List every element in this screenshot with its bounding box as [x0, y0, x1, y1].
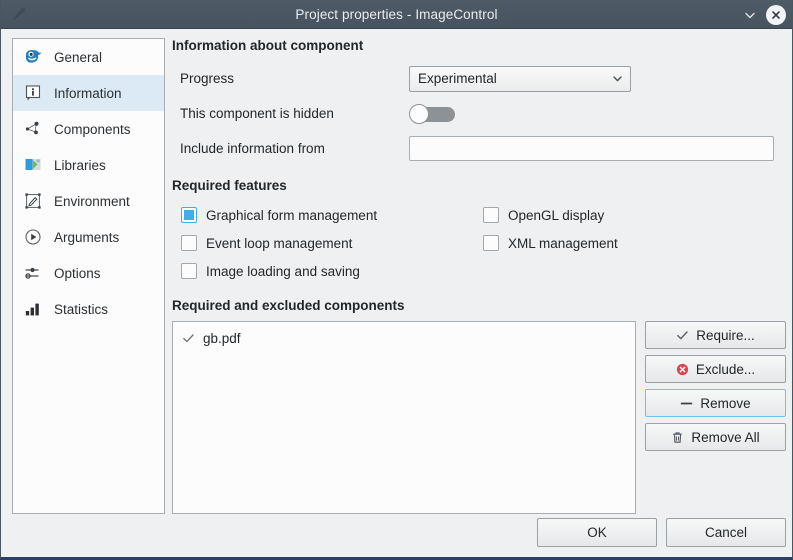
window-title: Project properties - ImageControl — [295, 6, 498, 22]
minus-icon — [680, 397, 693, 410]
title-bar[interactable]: Project properties - ImageControl — [1, 0, 792, 29]
include-row: Include information from — [172, 131, 786, 166]
progress-value: Experimental — [418, 71, 497, 86]
main-content: Information about component Progress Exp… — [172, 38, 786, 514]
sliders-icon — [24, 264, 42, 282]
cancel-button[interactable]: Cancel — [666, 518, 786, 547]
components-list-area: gb.pdf Require... Exclude... Remove Remo… — [172, 321, 786, 514]
include-information-input[interactable] — [409, 136, 774, 161]
sidebar-item-label: Libraries — [54, 157, 106, 173]
dialog-footer: OK Cancel — [172, 518, 786, 547]
checkbox-row-graphical-form-management[interactable]: Graphical form management — [181, 201, 483, 229]
sidebar-item-options[interactable]: Options — [13, 255, 164, 291]
sidebar-item-environment[interactable]: Environment — [13, 183, 164, 219]
remove-button[interactable]: Remove — [645, 389, 786, 417]
checkbox-label: Image loading and saving — [206, 263, 360, 279]
required-features-grid: Graphical form management OpenGL display… — [172, 201, 786, 285]
sidebar-item-arguments[interactable]: Arguments — [13, 219, 164, 255]
button-label: OK — [587, 525, 607, 540]
info-bubble-icon — [24, 84, 42, 102]
ok-button[interactable]: OK — [537, 518, 657, 547]
gambas-app-icon — [9, 5, 28, 24]
sidebar-item-components[interactable]: Components — [13, 111, 164, 147]
dialog-body: General Information Components Libraries… — [1, 29, 792, 560]
components-action-buttons: Require... Exclude... Remove Remove All — [645, 321, 786, 514]
progress-combobox[interactable]: Experimental — [409, 65, 631, 92]
remove-all-button[interactable]: Remove All — [645, 423, 786, 451]
checkbox-row-image-loading-and-saving[interactable]: Image loading and saving — [181, 257, 483, 285]
button-label: Cancel — [704, 525, 748, 540]
info-group-title: Information about component — [172, 38, 364, 53]
hidden-row: This component is hidden — [172, 96, 786, 131]
button-label: Remove — [700, 395, 751, 411]
trash-icon — [671, 431, 684, 444]
sidebar-item-label: Options — [54, 265, 101, 281]
sidebar-item-information[interactable]: Information — [13, 75, 164, 111]
checkbox-label: Graphical form management — [206, 207, 378, 223]
chevron-down-icon[interactable] — [741, 6, 759, 24]
sidebar-item-libraries[interactable]: Libraries — [13, 147, 164, 183]
list-item[interactable]: gb.pdf — [173, 327, 635, 349]
checkbox-label: Event loop management — [206, 235, 353, 251]
components-group-title: Required and excluded components — [172, 298, 405, 313]
play-circle-icon — [24, 228, 42, 246]
features-group-title: Required features — [172, 178, 287, 193]
include-label: Include information from — [180, 141, 325, 156]
error-circle-icon — [676, 363, 689, 376]
checkbox-label: XML management — [508, 235, 618, 251]
checkbox-event-loop-management[interactable] — [181, 235, 197, 251]
button-label: Remove All — [691, 429, 760, 445]
dialog-window: Project properties - ImageControl Genera… — [0, 0, 793, 560]
check-mark-icon — [676, 329, 689, 342]
close-icon[interactable] — [766, 4, 786, 25]
smiley-face-icon — [24, 48, 42, 66]
sidebar-item-label: Components — [54, 121, 131, 137]
checkbox-label: OpenGL display — [508, 207, 605, 223]
checkbox-row-opengl-display[interactable]: OpenGL display — [483, 201, 786, 229]
component-hidden-toggle[interactable] — [409, 103, 456, 124]
edit-frame-icon — [24, 192, 42, 210]
sidebar-item-label: Statistics — [54, 301, 109, 317]
sidebar-item-general[interactable]: General — [13, 39, 164, 75]
checkbox-xml-management[interactable] — [483, 235, 499, 251]
checkbox-row-xml-management[interactable]: XML management — [483, 229, 786, 257]
checkbox-graphical-form-management[interactable] — [181, 207, 197, 223]
bar-chart-icon — [24, 300, 42, 318]
sidebar-nav: General Information Components Libraries… — [12, 38, 165, 514]
sidebar-item-label: Environment — [54, 193, 130, 209]
sidebar-item-label: Arguments — [54, 229, 120, 245]
progress-row: Progress Experimental — [172, 61, 786, 96]
hidden-label: This component is hidden — [180, 106, 334, 121]
button-label: Require... — [696, 327, 755, 343]
button-label: Exclude... — [695, 361, 756, 377]
exclude-button[interactable]: Exclude... — [645, 355, 786, 383]
window-controls — [741, 0, 786, 29]
library-folder-icon — [24, 156, 42, 174]
nodes-network-icon — [24, 120, 42, 138]
chevron-down-icon — [611, 72, 624, 85]
checkbox-opengl-display[interactable] — [483, 207, 499, 223]
check-mark-icon — [182, 332, 195, 345]
progress-label: Progress — [180, 71, 235, 86]
sidebar-item-statistics[interactable]: Statistics — [13, 291, 164, 327]
sidebar-item-label: Information — [54, 85, 122, 101]
checkbox-image-loading-and-saving[interactable] — [181, 263, 197, 279]
require-button[interactable]: Require... — [645, 321, 786, 349]
toggle-knob — [409, 103, 429, 124]
checkbox-row-event-loop-management[interactable]: Event loop management — [181, 229, 483, 257]
components-listbox[interactable]: gb.pdf — [172, 321, 636, 514]
list-item-label: gb.pdf — [203, 330, 241, 346]
sidebar-item-label: General — [54, 49, 103, 65]
